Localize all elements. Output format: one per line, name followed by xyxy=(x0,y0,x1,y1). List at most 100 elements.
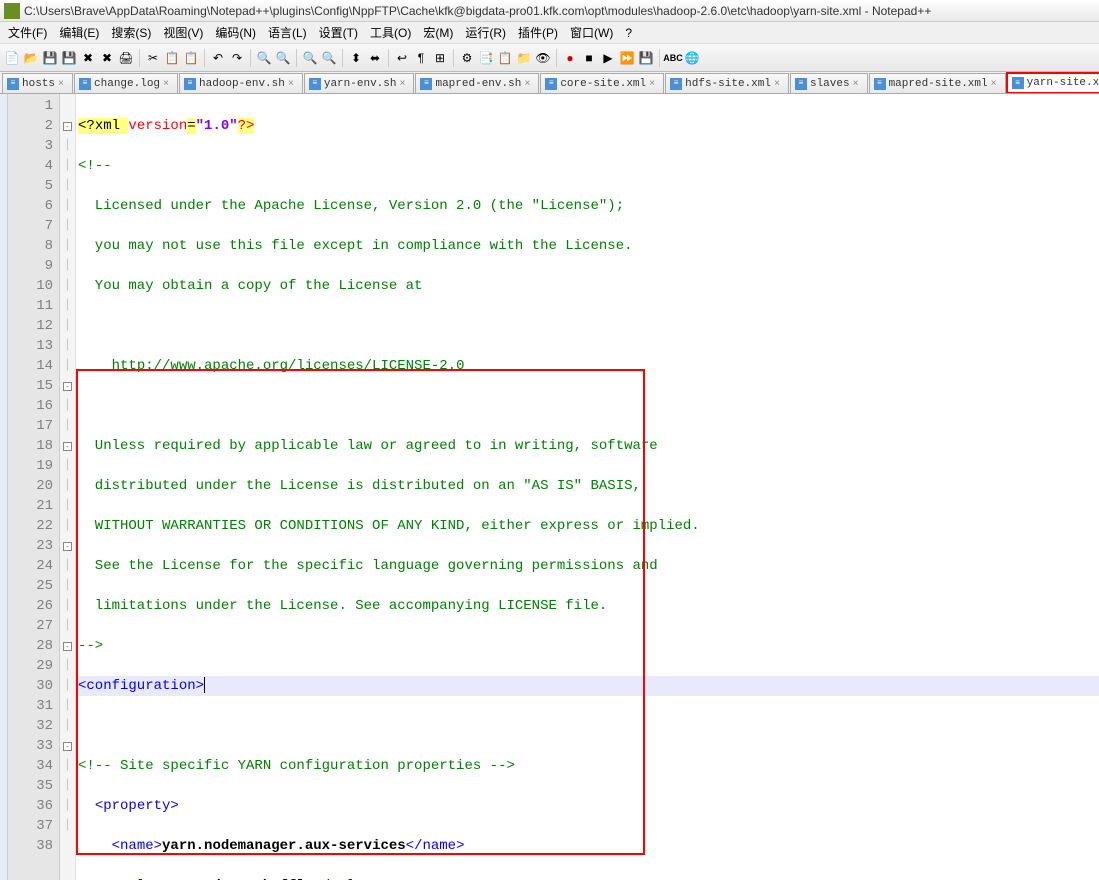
redo-icon[interactable]: ↷ xyxy=(228,49,246,67)
print-icon[interactable]: 🖨 xyxy=(117,49,135,67)
tab-hosts[interactable]: ≡hosts× xyxy=(2,73,73,93)
tab-yarn-site-xml[interactable]: ≡yarn-site.xml× xyxy=(1007,73,1099,93)
replace-icon[interactable]: 🔍 xyxy=(274,49,292,67)
indent-guide-icon[interactable]: ⊞ xyxy=(431,49,449,67)
menu-edit[interactable]: 编辑(E) xyxy=(53,22,105,43)
fold-marker[interactable]: - xyxy=(60,636,75,656)
fold-marker[interactable]: │ xyxy=(60,276,75,296)
menu-tools[interactable]: 工具(O) xyxy=(364,22,417,43)
fold-marker[interactable]: │ xyxy=(60,516,75,536)
close-icon[interactable]: × xyxy=(58,79,68,89)
fold-marker[interactable]: │ xyxy=(60,716,75,736)
fold-marker[interactable]: │ xyxy=(60,196,75,216)
fold-marker[interactable]: │ xyxy=(60,616,75,636)
menu-encoding[interactable]: 编码(N) xyxy=(209,22,262,43)
fold-marker[interactable]: │ xyxy=(60,696,75,716)
tab-mapred-env-sh[interactable]: ≡mapred-env.sh× xyxy=(415,73,539,93)
fold-marker[interactable]: │ xyxy=(60,416,75,436)
fold-marker[interactable]: - xyxy=(60,536,75,556)
fold-marker[interactable] xyxy=(60,96,75,116)
open-file-icon[interactable]: 📂 xyxy=(22,49,40,67)
fold-marker[interactable]: │ xyxy=(60,556,75,576)
doc-map-icon[interactable]: 📑 xyxy=(477,49,495,67)
cut-icon[interactable]: ✂ xyxy=(144,49,162,67)
fold-marker[interactable]: │ xyxy=(60,496,75,516)
close-icon[interactable]: × xyxy=(524,79,534,89)
func-list-icon[interactable]: 📋 xyxy=(496,49,514,67)
fold-column[interactable]: -││││││││││││-││-││││-││││-││││-││││ xyxy=(60,94,76,880)
menu-help[interactable]: ? xyxy=(619,24,638,42)
play-icon[interactable]: ▶ xyxy=(599,49,617,67)
close-icon[interactable]: × xyxy=(163,79,173,89)
tab-change-log[interactable]: ≡change.log× xyxy=(74,73,178,93)
sync-v-icon[interactable]: ⬍ xyxy=(347,49,365,67)
menu-file[interactable]: 文件(F) xyxy=(2,22,53,43)
fold-marker[interactable]: │ xyxy=(60,796,75,816)
sync-h-icon[interactable]: ⬌ xyxy=(366,49,384,67)
menu-view[interactable]: 视图(V) xyxy=(157,22,209,43)
tab-hadoop-env-sh[interactable]: ≡hadoop-env.sh× xyxy=(179,73,303,93)
fold-marker[interactable]: │ xyxy=(60,756,75,776)
tab-mapred-site-xml[interactable]: ≡mapred-site.xml× xyxy=(869,73,1006,93)
fold-marker[interactable]: │ xyxy=(60,776,75,796)
menu-macro[interactable]: 宏(M) xyxy=(417,22,459,43)
menu-language[interactable]: 语言(L) xyxy=(262,22,313,43)
fold-marker[interactable]: │ xyxy=(60,476,75,496)
editor[interactable]: 1234567891011121314151617181920212223242… xyxy=(0,94,1099,880)
fold-marker[interactable]: │ xyxy=(60,296,75,316)
close-icon[interactable]: × xyxy=(774,79,784,89)
tab-core-site-xml[interactable]: ≡core-site.xml× xyxy=(540,73,664,93)
close-icon[interactable]: × xyxy=(399,79,409,89)
fold-marker[interactable] xyxy=(60,836,75,856)
code-area[interactable]: <?xml version="1.0"?> <!-- Licensed unde… xyxy=(76,94,1099,880)
fold-marker[interactable]: - xyxy=(60,376,75,396)
close-icon[interactable]: ✖ xyxy=(79,49,97,67)
menu-plugins[interactable]: 插件(P) xyxy=(512,22,564,43)
undo-icon[interactable]: ↶ xyxy=(209,49,227,67)
folder-icon[interactable]: 📁 xyxy=(515,49,533,67)
paste-icon[interactable]: 📋 xyxy=(182,49,200,67)
zoom-out-icon[interactable]: 🔍 xyxy=(320,49,338,67)
monitor-icon[interactable]: 👁 xyxy=(534,49,552,67)
menu-window[interactable]: 窗口(W) xyxy=(564,22,619,43)
license-url[interactable]: http://www.apache.org/licenses/LICENSE-2… xyxy=(112,358,465,374)
new-file-icon[interactable]: 📄 xyxy=(3,49,21,67)
tab-hdfs-site-xml[interactable]: ≡hdfs-site.xml× xyxy=(665,73,789,93)
close-icon[interactable]: × xyxy=(991,79,1001,89)
menu-run[interactable]: 运行(R) xyxy=(459,22,512,43)
fold-marker[interactable]: │ xyxy=(60,336,75,356)
fold-marker[interactable]: │ xyxy=(60,356,75,376)
save-all-icon[interactable]: 💾 xyxy=(60,49,78,67)
fold-marker[interactable]: │ xyxy=(60,816,75,836)
fold-marker[interactable]: │ xyxy=(60,136,75,156)
zoom-in-icon[interactable]: 🔍 xyxy=(301,49,319,67)
fold-marker[interactable]: │ xyxy=(60,456,75,476)
fold-marker[interactable]: │ xyxy=(60,316,75,336)
close-icon[interactable]: × xyxy=(288,79,298,89)
wordwrap-icon[interactable]: ↩ xyxy=(393,49,411,67)
ftp-icon[interactable]: 🌐 xyxy=(683,49,701,67)
spellcheck-icon[interactable]: ABC xyxy=(664,49,682,67)
fold-marker[interactable]: │ xyxy=(60,396,75,416)
tab-yarn-env-sh[interactable]: ≡yarn-env.sh× xyxy=(304,73,415,93)
menu-search[interactable]: 搜索(S) xyxy=(105,22,157,43)
fold-marker[interactable]: - xyxy=(60,436,75,456)
fold-marker[interactable]: - xyxy=(60,116,75,136)
save-macro-icon[interactable]: 💾 xyxy=(637,49,655,67)
fold-marker[interactable]: │ xyxy=(60,216,75,236)
fold-marker[interactable]: │ xyxy=(60,596,75,616)
save-icon[interactable]: 💾 xyxy=(41,49,59,67)
tab-slaves[interactable]: ≡slaves× xyxy=(790,73,868,93)
lang-icon[interactable]: ⚙ xyxy=(458,49,476,67)
stop-icon[interactable]: ■ xyxy=(580,49,598,67)
record-icon[interactable]: ● xyxy=(561,49,579,67)
fold-marker[interactable]: │ xyxy=(60,576,75,596)
fold-marker[interactable]: │ xyxy=(60,156,75,176)
fold-marker[interactable]: - xyxy=(60,736,75,756)
close-icon[interactable]: × xyxy=(853,79,863,89)
fold-marker[interactable]: │ xyxy=(60,656,75,676)
fold-marker[interactable]: │ xyxy=(60,676,75,696)
fold-marker[interactable]: │ xyxy=(60,176,75,196)
close-all-icon[interactable]: ✖ xyxy=(98,49,116,67)
menu-settings[interactable]: 设置(T) xyxy=(313,22,364,43)
